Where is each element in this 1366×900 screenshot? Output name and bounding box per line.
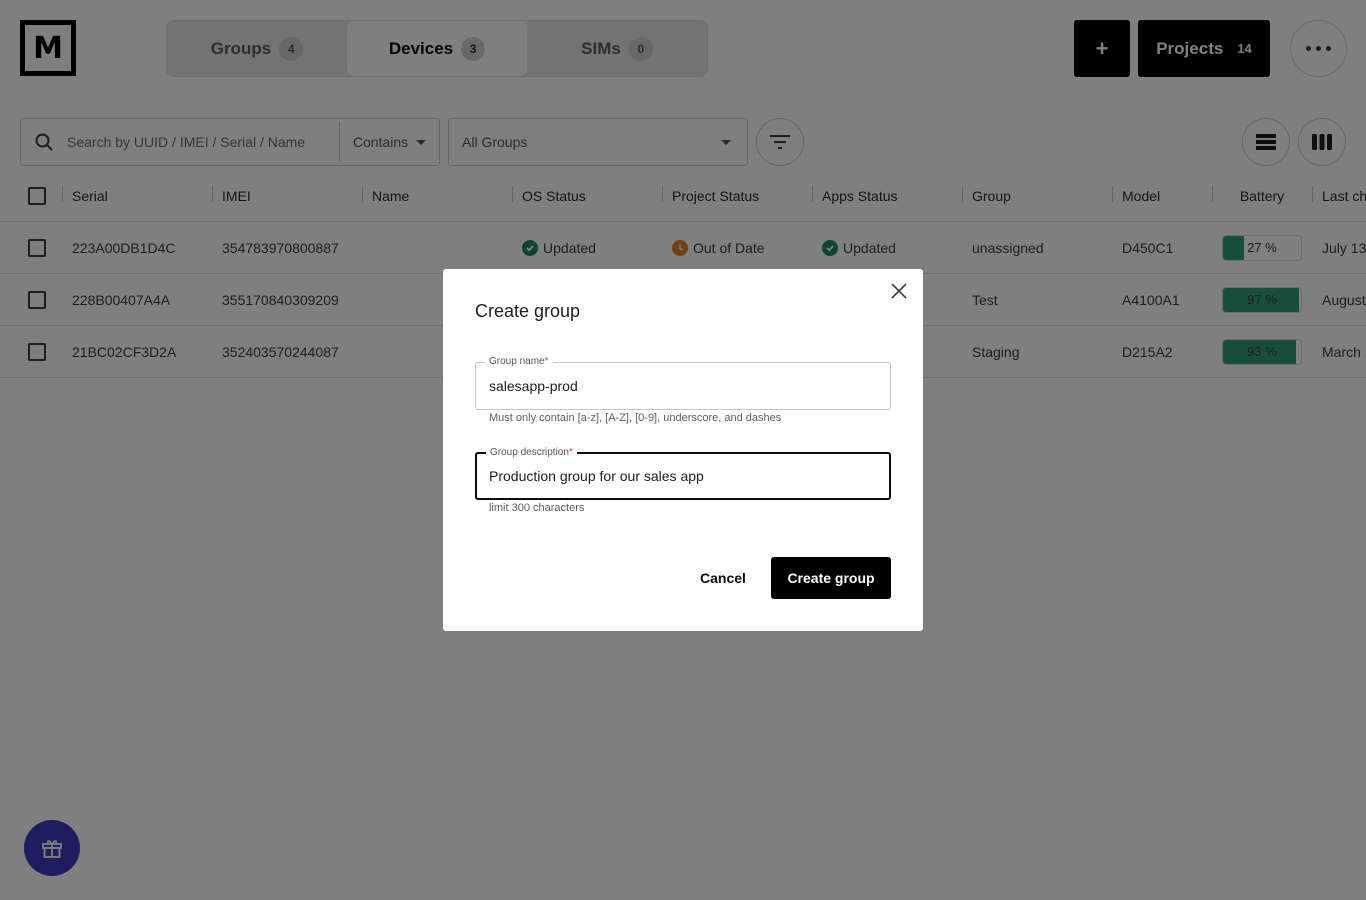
group-name-label: Group name*	[485, 354, 553, 370]
group-name-helper: Must only contain [a-z], [A-Z], [0-9], u…	[489, 412, 782, 424]
group-description-field: Group description*	[475, 445, 891, 500]
group-name-field: Group name*	[475, 354, 891, 410]
cancel-button[interactable]: Cancel	[695, 557, 751, 599]
group-description-label: Group description*	[486, 445, 577, 461]
close-icon[interactable]	[891, 283, 907, 299]
create-group-dialog: Create group Group name* Must only conta…	[443, 269, 923, 631]
create-group-button[interactable]: Create group	[771, 557, 891, 599]
group-description-helper: limit 300 characters	[489, 502, 585, 514]
dialog-title: Create group	[475, 301, 581, 321]
